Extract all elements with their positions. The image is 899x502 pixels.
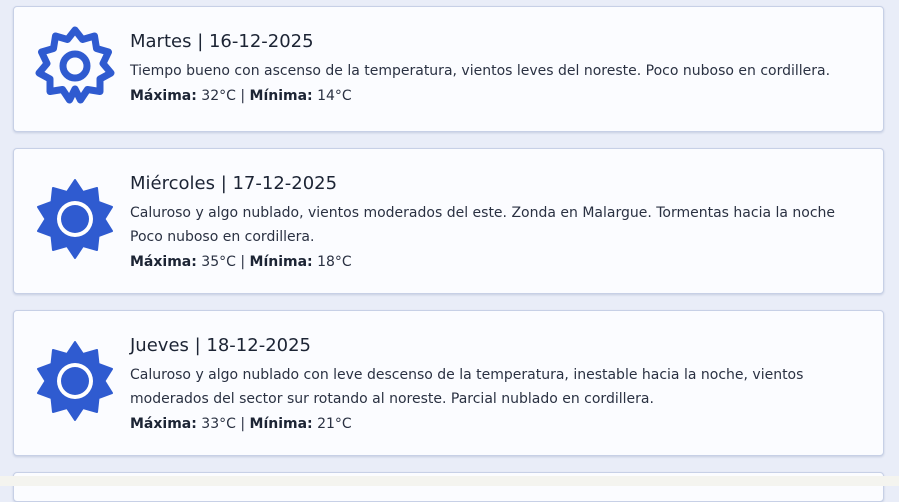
max-value: 35°C xyxy=(201,254,236,270)
temp-separator: | xyxy=(240,254,246,270)
max-value: 32°C xyxy=(201,88,236,104)
day-title: Martes | 16-12-2025 xyxy=(130,31,314,52)
forecast-card-thursday: Jueves | 18-12-2025 Caluroso y algo nubl… xyxy=(13,310,884,456)
forecast-card-tuesday: Martes | 16-12-2025 Tiempo bueno con asc… xyxy=(13,6,884,132)
temperature-line: Máxima: 35°C | Mínima: 18°C xyxy=(130,252,863,272)
day-title: Jueves | 18-12-2025 xyxy=(130,335,312,356)
temp-separator: | xyxy=(240,416,246,432)
sun-filled-icon xyxy=(34,340,116,422)
page-bottom-strip xyxy=(0,476,899,486)
max-label: Máxima: xyxy=(130,416,197,432)
max-label: Máxima: xyxy=(130,254,197,270)
day-title: Miércoles | 17-12-2025 xyxy=(130,173,338,194)
sun-outline-icon xyxy=(34,26,116,108)
min-value: 14°C xyxy=(317,88,352,104)
temperature-line: Máxima: 32°C | Mínima: 14°C xyxy=(130,86,863,106)
min-value: 21°C xyxy=(317,416,352,432)
min-label: Mínima: xyxy=(249,88,313,104)
max-value: 33°C xyxy=(201,416,236,432)
day-description: Tiempo bueno con ascenso de la temperatu… xyxy=(130,63,831,79)
max-label: Máxima: xyxy=(130,88,197,104)
min-label: Mínima: xyxy=(249,416,313,432)
forecast-card-wednesday: Miércoles | 17-12-2025 Caluroso y algo n… xyxy=(13,148,884,294)
day-description: Caluroso y algo nublado con leve descens… xyxy=(130,367,804,407)
min-label: Mínima: xyxy=(249,254,313,270)
day-description: Caluroso y algo nublado, vientos moderad… xyxy=(130,205,836,245)
sun-filled-icon xyxy=(34,178,116,260)
temp-separator: | xyxy=(240,88,246,104)
min-value: 18°C xyxy=(317,254,352,270)
temperature-line: Máxima: 33°C | Mínima: 21°C xyxy=(130,414,863,434)
